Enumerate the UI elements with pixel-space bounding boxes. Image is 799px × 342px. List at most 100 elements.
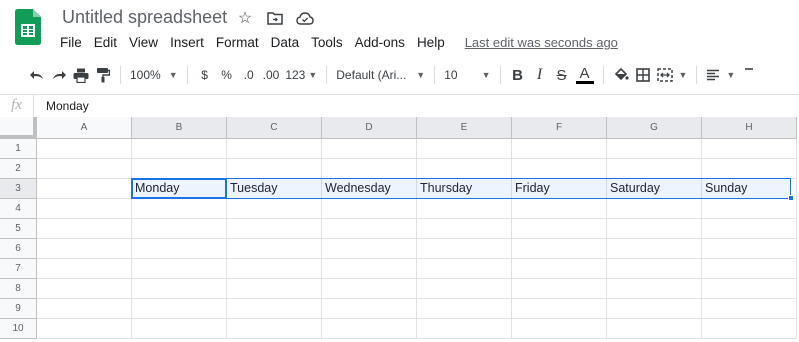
cell-h6[interactable] (702, 239, 797, 259)
row-header-10[interactable]: 10 (0, 319, 37, 339)
italic-button[interactable]: I (529, 63, 551, 87)
cell-a10[interactable] (37, 319, 132, 339)
cell-b8[interactable] (132, 279, 227, 299)
cell-f5[interactable] (512, 219, 607, 239)
row-header-9[interactable]: 9 (0, 299, 37, 319)
last-edit-link[interactable]: Last edit was seconds ago (459, 33, 624, 52)
currency-format-button[interactable]: $ (194, 63, 216, 87)
undo-icon[interactable] (26, 63, 48, 87)
sheets-logo-icon[interactable] (15, 9, 41, 45)
borders-icon[interactable] (632, 63, 654, 87)
cell-c7[interactable] (227, 259, 322, 279)
cell-h4[interactable] (702, 199, 797, 219)
menu-edit[interactable]: Edit (88, 33, 123, 52)
cell-b10[interactable] (132, 319, 227, 339)
cell-f8[interactable] (512, 279, 607, 299)
cell-d4[interactable] (322, 199, 417, 219)
cell-b5[interactable] (132, 219, 227, 239)
menu-tools[interactable]: Tools (305, 33, 349, 52)
menu-format[interactable]: Format (210, 33, 265, 52)
menu-view[interactable]: View (123, 33, 164, 52)
cell-c2[interactable] (227, 159, 322, 179)
cell-h10[interactable] (702, 319, 797, 339)
menu-add-ons[interactable]: Add-ons (349, 33, 411, 52)
font-size-select[interactable]: 10 ▼ (441, 63, 493, 87)
cell-a2[interactable] (37, 159, 132, 179)
cell-e5[interactable] (417, 219, 512, 239)
cell-f9[interactable] (512, 299, 607, 319)
cell-f10[interactable] (512, 319, 607, 339)
select-all-corner[interactable] (0, 117, 37, 139)
zoom-select[interactable]: 100% ▼ (127, 63, 181, 87)
cell-e1[interactable] (417, 139, 512, 159)
row-header-7[interactable]: 7 (0, 259, 37, 279)
cell-e8[interactable] (417, 279, 512, 299)
text-color-button[interactable]: A (573, 63, 597, 87)
cell-b4[interactable] (132, 199, 227, 219)
cell-d2[interactable] (322, 159, 417, 179)
star-icon[interactable]: ☆ (236, 9, 254, 27)
cell-e4[interactable] (417, 199, 512, 219)
cell-b1[interactable] (132, 139, 227, 159)
cell-a9[interactable] (37, 299, 132, 319)
cell-d5[interactable] (322, 219, 417, 239)
cell-d7[interactable] (322, 259, 417, 279)
fill-color-icon[interactable] (610, 63, 632, 87)
cell-g7[interactable] (607, 259, 702, 279)
cell-d8[interactable] (322, 279, 417, 299)
print-icon[interactable] (70, 63, 92, 87)
cell-f7[interactable] (512, 259, 607, 279)
row-header-8[interactable]: 8 (0, 279, 37, 299)
cell-f2[interactable] (512, 159, 607, 179)
fill-handle[interactable] (788, 195, 794, 201)
column-header-h[interactable]: H (702, 117, 797, 139)
cell-c3[interactable]: Tuesday (227, 179, 322, 199)
cell-e2[interactable] (417, 159, 512, 179)
cell-b9[interactable] (132, 299, 227, 319)
cell-h9[interactable] (702, 299, 797, 319)
cell-b2[interactable] (132, 159, 227, 179)
cell-c4[interactable] (227, 199, 322, 219)
menu-file[interactable]: File (54, 33, 88, 52)
menu-insert[interactable]: Insert (164, 33, 210, 52)
column-header-e[interactable]: E (417, 117, 512, 139)
bold-button[interactable]: B (507, 63, 529, 87)
cell-h7[interactable] (702, 259, 797, 279)
cell-a5[interactable] (37, 219, 132, 239)
merge-cells-button[interactable]: ▼ (654, 63, 691, 87)
column-header-g[interactable]: G (607, 117, 702, 139)
strikethrough-button[interactable]: S (551, 63, 573, 87)
cell-g8[interactable] (607, 279, 702, 299)
cell-f4[interactable] (512, 199, 607, 219)
column-header-c[interactable]: C (227, 117, 322, 139)
cell-g5[interactable] (607, 219, 702, 239)
cell-a8[interactable] (37, 279, 132, 299)
cell-a7[interactable] (37, 259, 132, 279)
cell-a4[interactable] (37, 199, 132, 219)
cell-g3[interactable]: Saturday (607, 179, 702, 199)
column-header-f[interactable]: F (512, 117, 607, 139)
font-family-select[interactable]: Default (Ari... ▼ (333, 63, 428, 87)
more-formats-select[interactable]: 123 ▼ (282, 63, 320, 87)
cell-a3[interactable] (37, 179, 132, 199)
row-header-4[interactable]: 4 (0, 199, 37, 219)
cell-f1[interactable] (512, 139, 607, 159)
cell-b3[interactable]: Monday (132, 179, 227, 199)
cell-d1[interactable] (322, 139, 417, 159)
cell-g2[interactable] (607, 159, 702, 179)
cell-g6[interactable] (607, 239, 702, 259)
cell-c9[interactable] (227, 299, 322, 319)
cell-c5[interactable] (227, 219, 322, 239)
cell-e6[interactable] (417, 239, 512, 259)
row-header-2[interactable]: 2 (0, 159, 37, 179)
row-header-5[interactable]: 5 (0, 219, 37, 239)
cell-d10[interactable] (322, 319, 417, 339)
cell-a1[interactable] (37, 139, 132, 159)
redo-icon[interactable] (48, 63, 70, 87)
cell-h1[interactable] (702, 139, 797, 159)
cell-e7[interactable] (417, 259, 512, 279)
cloud-status-icon[interactable] (296, 9, 314, 27)
cell-g10[interactable] (607, 319, 702, 339)
menu-help[interactable]: Help (411, 33, 451, 52)
percent-format-button[interactable]: % (216, 63, 238, 87)
